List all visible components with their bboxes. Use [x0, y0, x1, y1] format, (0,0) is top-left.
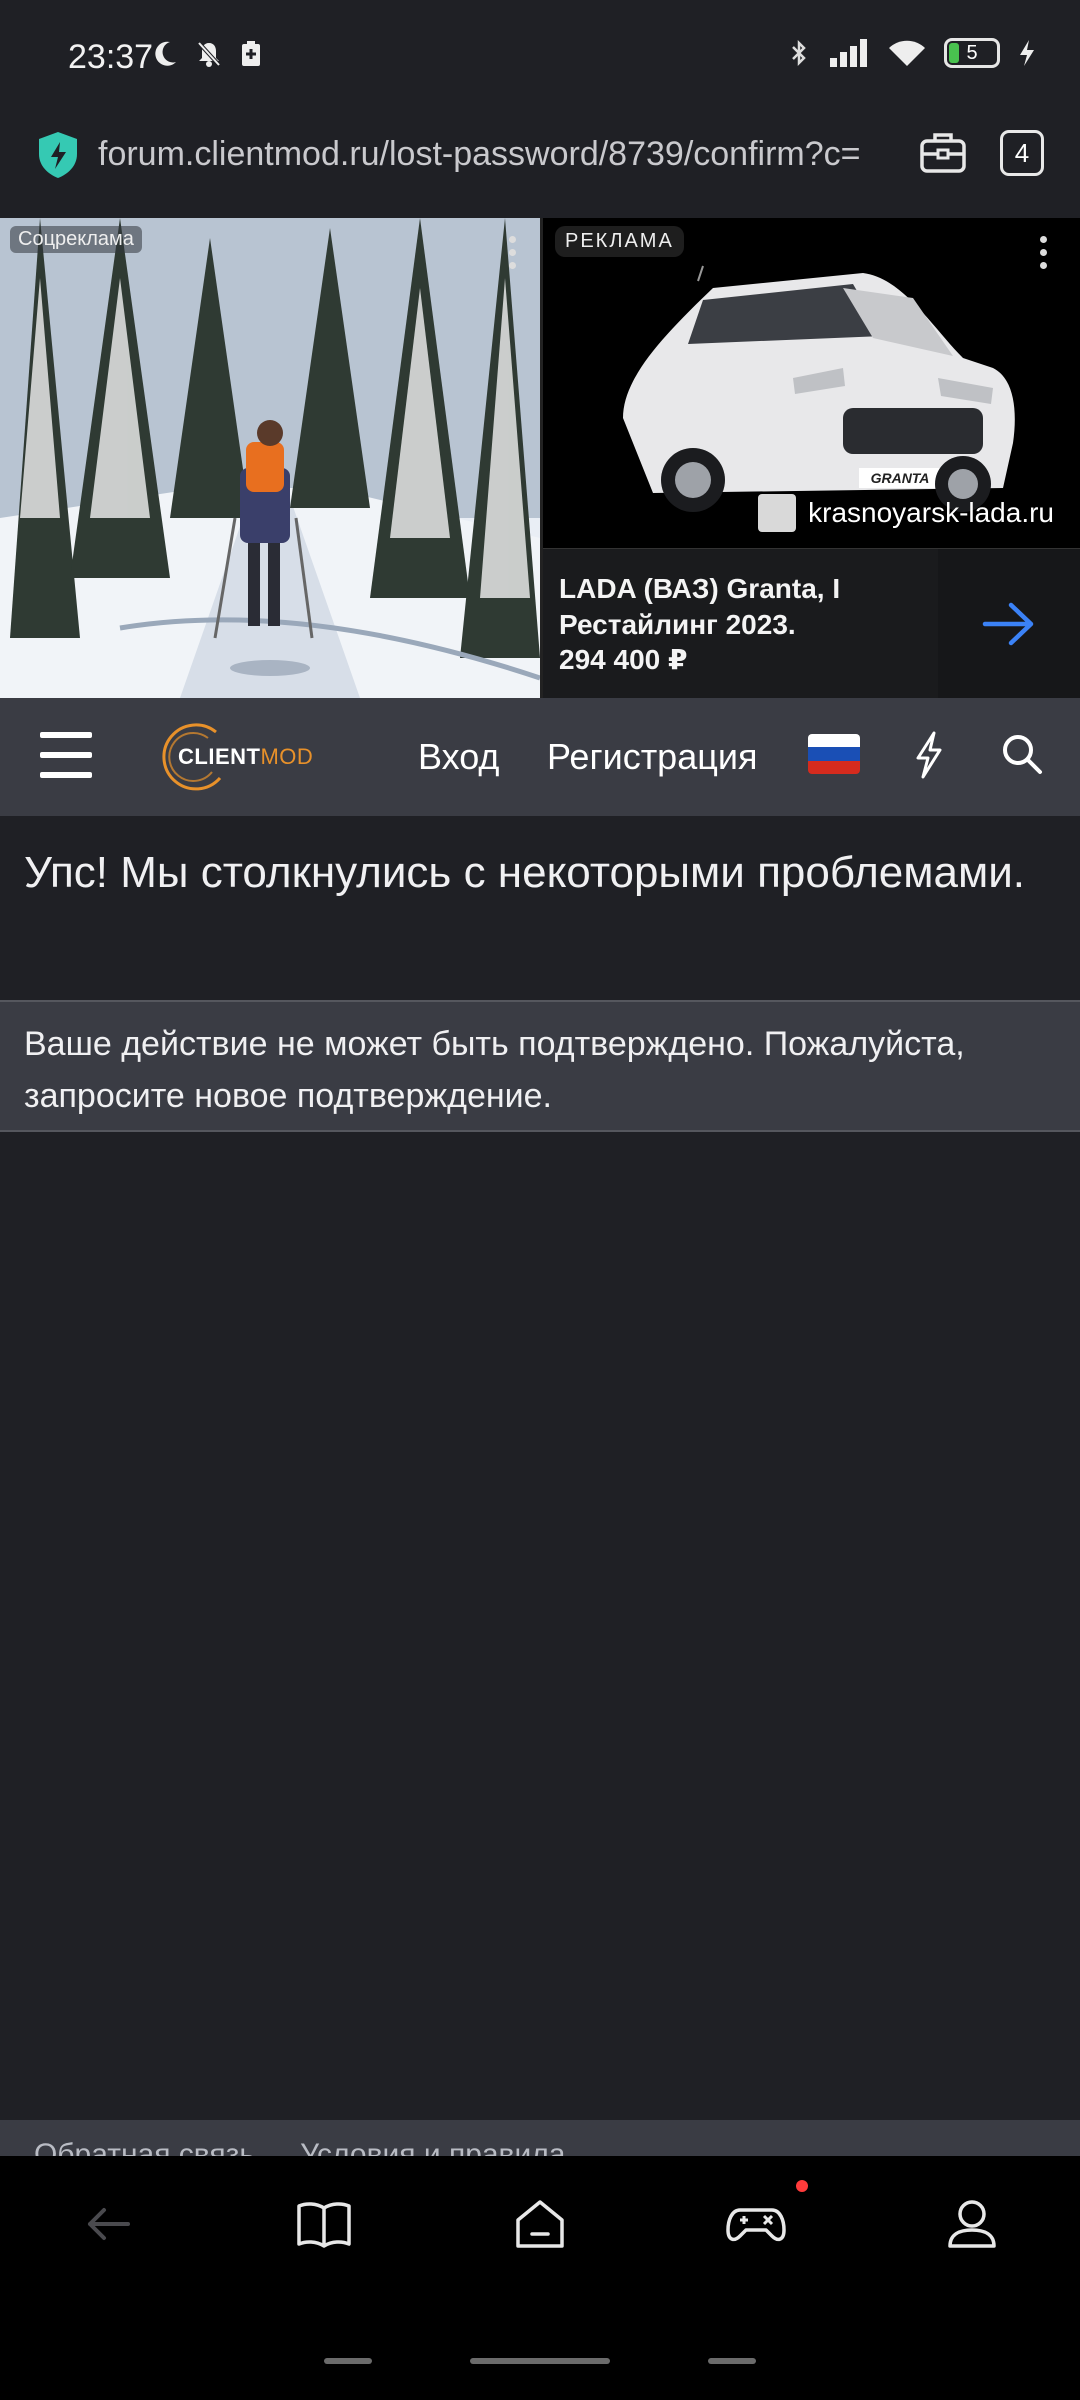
status-bar: 23:37 5	[0, 0, 1080, 100]
bell-off-icon	[197, 41, 221, 67]
arrow-right-icon	[982, 602, 1034, 646]
status-right-icons: 5	[788, 38, 1036, 68]
gesture-right[interactable]	[708, 2358, 756, 2364]
ad-title: LADA (ВАЗ) Granta, I Рестайлинг 2023.	[559, 573, 841, 640]
gesture-home-pill[interactable]	[470, 2358, 610, 2364]
error-title: Упс! Мы столкнулись с некоторыми проблем…	[24, 848, 1025, 897]
status-left-icons	[152, 40, 262, 68]
status-time: 23:37	[68, 38, 154, 76]
ad-banner-row: Соцреклама GRANTA РЕКЛАМА krasnoyarsk-la…	[0, 218, 1080, 699]
logo-accent: MOD	[260, 744, 314, 769]
ad-price: 294 400 ₽	[559, 644, 688, 675]
moon-icon	[155, 41, 176, 66]
search-icon[interactable]	[1000, 732, 1044, 776]
menu-icon[interactable]	[40, 732, 92, 778]
clientmod-logo[interactable]: CLIENTMOD	[154, 720, 324, 794]
profile-icon[interactable]	[942, 2194, 1002, 2254]
ad-domain[interactable]: krasnoyarsk-lada.ru	[758, 494, 1054, 532]
social-ad-label: Соцреклама	[10, 226, 142, 253]
error-message: Ваше действие не может быть подтверждено…	[24, 1025, 965, 1115]
ad-image-snowy-forest	[0, 218, 540, 698]
battery-icon: 5	[944, 38, 1000, 68]
gesture-left[interactable]	[324, 2358, 372, 2364]
gamepad-icon[interactable]	[726, 2194, 786, 2254]
bookmarks-book-icon[interactable]	[294, 2194, 354, 2254]
browser-bottom-bar	[0, 2156, 1080, 2400]
footer-link-feedback[interactable]: Обратная связь	[34, 2138, 255, 2156]
bluetooth-icon	[792, 39, 806, 67]
battery-level: 5	[966, 42, 978, 64]
ad-menu-icon[interactable]	[506, 236, 518, 269]
social-ad[interactable]: Соцреклама	[0, 218, 540, 698]
notification-dot	[796, 2180, 808, 2192]
charging-icon	[1020, 40, 1034, 66]
back-icon[interactable]	[78, 2194, 138, 2254]
footer-link-terms[interactable]: Условия и правила	[300, 2138, 565, 2156]
ad-info[interactable]: LADA (ВАЗ) Granta, I Рестайлинг 2023. 29…	[543, 548, 1080, 699]
toolbox-icon[interactable]	[918, 128, 968, 178]
login-link[interactable]: Вход	[418, 736, 499, 778]
url-text[interactable]: forum.clientmod.ru/lost-password/8739/co…	[98, 135, 888, 174]
ad-arrow-button[interactable]	[938, 549, 1080, 699]
car-badge: GRANTA	[870, 470, 930, 486]
footer: Обратная связь Условия и правила	[0, 2120, 1080, 2156]
home-icon[interactable]	[510, 2194, 570, 2254]
ad-domain-text: krasnoyarsk-lada.ru	[808, 497, 1054, 528]
error-box: Ваше действие не может быть подтверждено…	[0, 1000, 1080, 1132]
logo-main: CLIENT	[178, 744, 261, 769]
forum-header: CLIENTMOD Вход Регистрация	[0, 698, 1080, 816]
ad-label: РЕКЛАМА	[555, 226, 684, 257]
register-link[interactable]: Регистрация	[547, 736, 757, 778]
car-ad[interactable]: GRANTA РЕКЛАМА krasnoyarsk-lada.ru LADA …	[543, 218, 1080, 699]
russian-flag-icon[interactable]	[808, 734, 860, 774]
browser-url-bar[interactable]: forum.clientmod.ru/lost-password/8739/co…	[0, 100, 1080, 218]
signal-icon	[830, 39, 867, 67]
ad-menu-icon[interactable]	[1037, 236, 1049, 269]
shield-icon[interactable]	[36, 130, 80, 180]
tabs-count-button[interactable]: 4	[1000, 130, 1044, 176]
lada-logo-icon	[758, 494, 797, 532]
battery-saver-icon	[242, 41, 260, 66]
lightning-icon[interactable]	[910, 730, 948, 780]
wifi-icon	[889, 40, 925, 66]
